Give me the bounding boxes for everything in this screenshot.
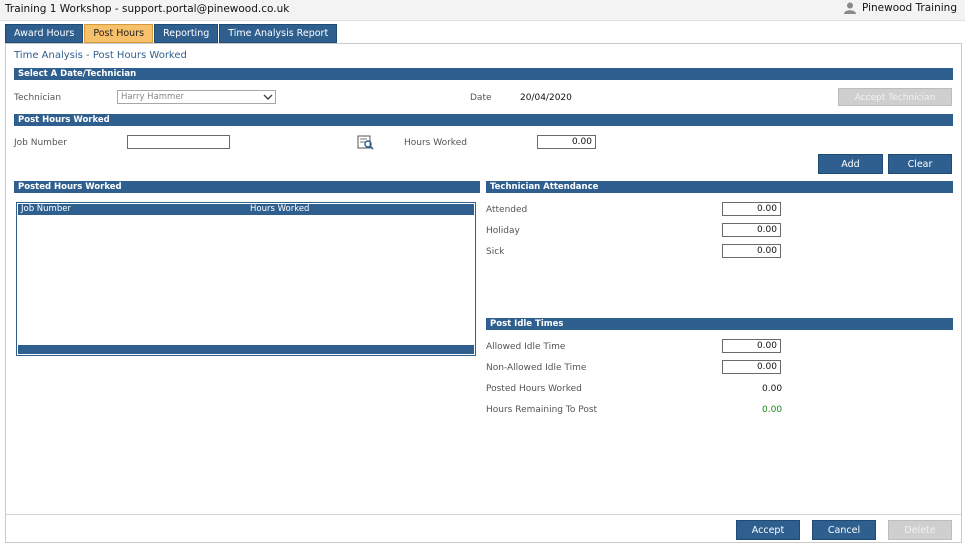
posted-section-header: Posted Hours Worked (14, 181, 480, 193)
user-name: Pinewood Training (861, 2, 957, 14)
sick-label: Sick (486, 247, 505, 257)
job-number-input[interactable] (127, 135, 230, 149)
attended-input[interactable]: 0.00 (722, 202, 781, 216)
tab-post-hours[interactable]: Post Hours (84, 24, 154, 43)
date-label: Date (470, 93, 492, 103)
non-allowed-idle-input[interactable]: 0.00 (722, 360, 781, 374)
clear-button[interactable]: Clear (888, 154, 952, 174)
hours-remaining-value: 0.00 (762, 405, 783, 415)
non-allowed-idle-label: Non-Allowed Idle Time (486, 363, 587, 373)
technician-select[interactable]: Harry Hammer (117, 90, 276, 104)
accept-technician-button[interactable]: Accept Technician (838, 88, 952, 106)
hours-worked-label: Hours Worked (404, 138, 467, 148)
column-hours-worked[interactable]: Hours Worked (250, 204, 309, 215)
hours-worked-input[interactable]: 0.00 (537, 135, 596, 149)
attendance-section-header: Technician Attendance (486, 181, 953, 193)
job-number-label: Job Number (14, 138, 67, 148)
posted-hours-value: 0.00 (762, 384, 783, 394)
attended-label: Attended (486, 205, 528, 215)
tab-reporting[interactable]: Reporting (154, 24, 219, 43)
delete-button[interactable]: Delete (888, 520, 952, 540)
page-title: Time Analysis - Post Hours Worked (14, 50, 187, 61)
tab-award-hours[interactable]: Award Hours (5, 24, 84, 43)
sick-input[interactable]: 0.00 (722, 244, 781, 258)
posted-hours-grid[interactable]: Job Number Hours Worked (16, 202, 476, 356)
select-section-header: Select A Date/Technician (14, 68, 953, 80)
grid-header: Job Number Hours Worked (18, 204, 474, 215)
add-button[interactable]: Add (818, 154, 883, 174)
technician-value: Harry Hammer (121, 92, 185, 102)
user-icon (843, 2, 856, 14)
hours-remaining-label: Hours Remaining To Post (486, 405, 598, 415)
allowed-idle-label: Allowed Idle Time (486, 342, 566, 352)
holiday-label: Holiday (486, 226, 520, 236)
lookup-icon[interactable] (357, 135, 375, 150)
title-bar: Training 1 Workshop - support.portal@pin… (0, 0, 965, 21)
holiday-input[interactable]: 0.00 (722, 223, 781, 237)
post-section-header: Post Hours Worked (14, 114, 953, 126)
grid-footer (18, 345, 474, 354)
column-job-number[interactable]: Job Number (21, 204, 71, 215)
posted-hours-label: Posted Hours Worked (486, 384, 582, 394)
idle-section-header: Post Idle Times (486, 318, 953, 330)
window-title: Training 1 Workshop - support.portal@pin… (5, 3, 290, 15)
user-menu[interactable]: Pinewood Training (843, 2, 957, 14)
allowed-idle-input[interactable]: 0.00 (722, 339, 781, 353)
chevron-down-icon (263, 94, 273, 100)
accept-button[interactable]: Accept (736, 520, 800, 540)
date-value[interactable]: 20/04/2020 (520, 93, 572, 103)
technician-label: Technician (14, 93, 62, 103)
tab-time-analysis-report[interactable]: Time Analysis Report (219, 24, 338, 43)
tab-bar: Award Hours Post Hours Reporting Time An… (5, 24, 338, 43)
cancel-button[interactable]: Cancel (812, 520, 876, 540)
footer-divider (6, 514, 961, 515)
